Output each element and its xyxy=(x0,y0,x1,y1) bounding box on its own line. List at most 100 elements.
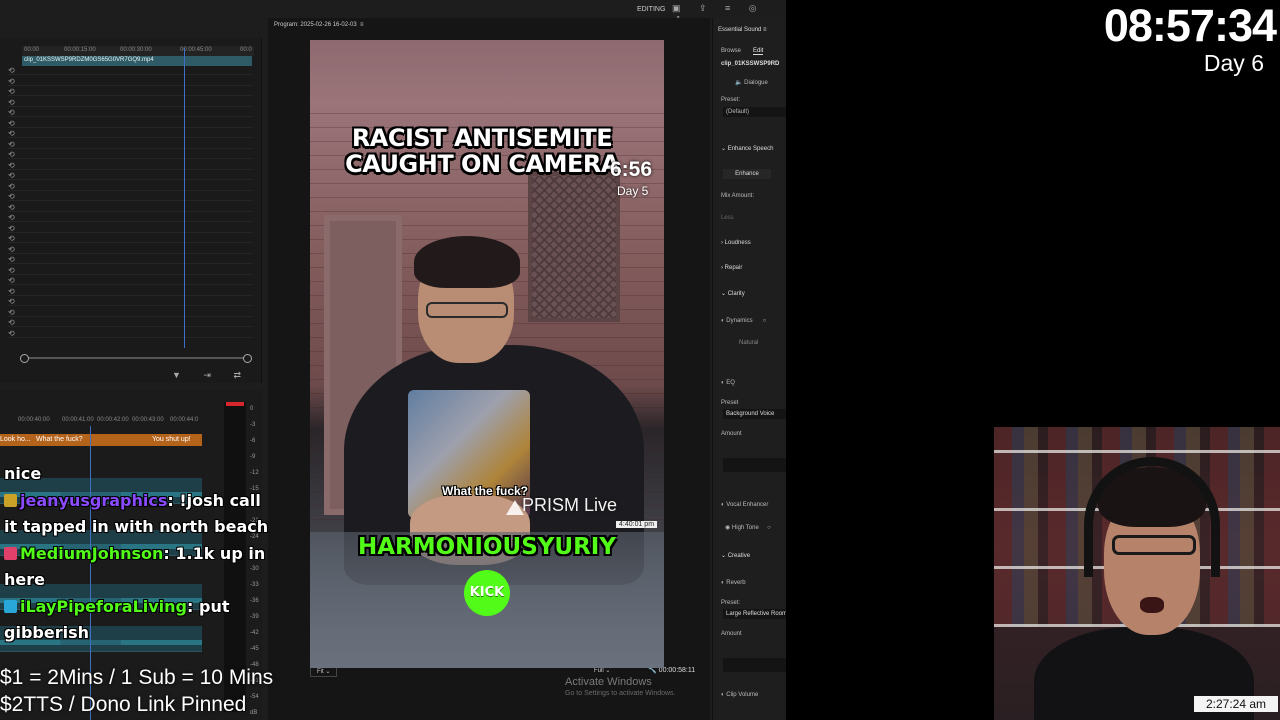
source-track-row[interactable]: ⟲ xyxy=(8,77,253,86)
vocal-enhancer-toggle[interactable]: ◐ Vocal Enhancer xyxy=(721,502,768,508)
undo-icon[interactable]: ⟲ xyxy=(8,213,15,222)
loudness-section[interactable]: › Loudness xyxy=(721,240,751,246)
undo-icon[interactable]: ⟲ xyxy=(8,192,15,201)
source-track-row[interactable]: ⟲ xyxy=(8,266,253,275)
timeline-ruler[interactable]: 00:00:40:00 00:00:41:00 00:00:42:00 00:0… xyxy=(0,416,216,426)
workspace-editing-label[interactable]: EDITING xyxy=(637,6,665,13)
source-track-row[interactable]: ⟲ xyxy=(8,171,253,180)
tab-browse[interactable]: Browse xyxy=(721,48,741,54)
undo-icon[interactable]: ⟲ xyxy=(8,266,15,275)
dynamics-label: Dynamics xyxy=(726,318,753,324)
donation-info: $1 = 2Mins / 1 Sub = 10 Mins xyxy=(0,666,274,689)
high-tone-radio[interactable]: ◉ High Tone ○ xyxy=(725,524,771,531)
ruler-tick: 00:00:40:00 xyxy=(18,417,50,423)
clip-volume-label: Clip Volume xyxy=(726,692,759,698)
eq-amount-slider[interactable] xyxy=(723,458,786,472)
source-track-row[interactable]: ⟲ xyxy=(8,150,253,159)
video-headline-1: RACIST ANTISEMITE xyxy=(351,124,613,152)
source-track-row[interactable]: ⟲ xyxy=(8,129,253,138)
undo-icon[interactable]: ⟲ xyxy=(8,171,15,180)
source-clip[interactable]: clip_01KSSWSP9RDZM0GS65G0VR7GQ9.mp4 xyxy=(22,56,252,66)
source-track-row[interactable]: ⟲ xyxy=(8,224,253,233)
reverb-preset-dropdown[interactable]: Large Reflective Room xyxy=(723,609,786,619)
source-track-row[interactable]: ⟲ xyxy=(8,98,253,107)
source-track-row[interactable]: ⟲ xyxy=(8,182,253,191)
source-track-row[interactable]: ⟲ xyxy=(8,245,253,254)
source-track-row[interactable]: ⟲ xyxy=(8,87,253,96)
chat-line: nice xyxy=(4,464,41,483)
undo-icon[interactable]: ⟲ xyxy=(8,129,15,138)
eq-toggle[interactable]: ◐ EQ xyxy=(721,380,735,386)
natural-label: Natural xyxy=(739,340,759,346)
undo-icon[interactable]: ⟲ xyxy=(8,87,15,96)
undo-icon[interactable]: ⟲ xyxy=(8,203,15,212)
undo-icon[interactable]: ⟲ xyxy=(8,318,15,327)
enhance-speech-label: Enhance Speech xyxy=(727,146,774,152)
source-track-row[interactable]: ⟲ xyxy=(8,276,253,285)
caption-clip[interactable]: What the fuck? xyxy=(36,436,83,443)
source-track-row[interactable]: ⟲ xyxy=(8,329,253,338)
source-track-row[interactable]: ⟲ xyxy=(8,255,253,264)
undo-icon[interactable]: ⟲ xyxy=(8,161,15,170)
program-title: Program: 2025-02-26 16-02-03 ≡ xyxy=(274,22,364,28)
source-track-row[interactable]: ⟲ xyxy=(8,287,253,296)
undo-icon[interactable]: ⟲ xyxy=(8,308,15,317)
source-track-row[interactable]: ⟲ xyxy=(8,140,253,149)
ruler-tick: 00:00:43:00 xyxy=(132,417,164,423)
enhance-button[interactable]: Enhance xyxy=(723,169,771,179)
undo-icon[interactable]: ⟲ xyxy=(8,140,15,149)
program-video-frame[interactable]: RACIST ANTISEMITE CAUGHT ON CAMERA 6:56 … xyxy=(310,40,664,668)
undo-icon[interactable]: ⟲ xyxy=(8,182,15,191)
undo-icon[interactable]: ⟲ xyxy=(8,329,15,338)
wrench-icon[interactable]: 🔧 xyxy=(648,667,657,674)
vocal-enhancer-label: Vocal Enhancer xyxy=(726,502,769,508)
undo-icon[interactable]: ⟲ xyxy=(8,66,15,75)
undo-icon[interactable]: ⟲ xyxy=(8,98,15,107)
source-track-row[interactable]: ⟲ xyxy=(8,234,253,243)
clip-volume-toggle[interactable]: ◐ Clip Volume xyxy=(721,692,758,698)
undo-icon[interactable]: ⟲ xyxy=(8,276,15,285)
source-track-row[interactable]: ⟲ xyxy=(8,161,253,170)
source-time-ruler[interactable]: 00:00 00:00:15:00 00:00:30:00 00:00:45:0… xyxy=(22,46,254,56)
source-track-row[interactable]: ⟲ xyxy=(8,308,253,317)
ruler-tick: 00:00:42:00 xyxy=(97,417,129,423)
tab-edit[interactable]: Edit xyxy=(753,48,764,55)
clarity-section[interactable]: ⌄ Clarity xyxy=(721,290,745,297)
reverb-amount-slider[interactable] xyxy=(723,658,786,672)
caption-clip[interactable]: Look ho... xyxy=(0,436,31,443)
undo-icon[interactable]: ⟲ xyxy=(8,287,15,296)
undo-icon[interactable]: ⟲ xyxy=(8,119,15,128)
dynamics-toggle[interactable]: ◐ Dynamics ○ xyxy=(721,318,766,324)
undo-icon[interactable]: ⟲ xyxy=(8,245,15,254)
caption-clip[interactable]: You shut up! xyxy=(152,436,191,443)
source-track-row[interactable]: ⟲ xyxy=(8,192,253,201)
caption-track[interactable]: Look ho... What the fuck? You shut up! xyxy=(0,434,202,446)
undo-icon[interactable]: ⟲ xyxy=(8,297,15,306)
undo-icon[interactable]: ⟲ xyxy=(8,255,15,264)
enhance-speech-section[interactable]: ⌄ Enhance Speech xyxy=(721,145,773,152)
source-track-row[interactable]: ⟲ xyxy=(8,108,253,117)
undo-icon[interactable]: ⟲ xyxy=(8,150,15,159)
top-toolbar: EDITING ▣ ⇪ ≡ ◎ ⤢ xyxy=(620,2,786,24)
undo-icon[interactable]: ⟲ xyxy=(8,234,15,243)
source-track-row[interactable]: ⟲ xyxy=(8,119,253,128)
creative-section[interactable]: ⌄ Creative xyxy=(721,552,750,559)
reverb-toggle[interactable]: ◐ Reverb xyxy=(721,580,746,586)
chat-message: : !josh call xyxy=(167,490,261,510)
preset-dropdown[interactable]: (Default) xyxy=(723,107,786,117)
undo-icon[interactable]: ⟲ xyxy=(8,77,15,86)
essential-sound-panel: Essential Sound ≡ Browse Edit clip_01KSS… xyxy=(712,18,786,720)
source-playhead[interactable] xyxy=(184,48,185,348)
prism-watermark: PRISM Live xyxy=(502,495,617,516)
source-track-row[interactable]: ⟲ xyxy=(8,66,253,75)
source-track-row[interactable]: ⟲ xyxy=(8,203,253,212)
source-track-row[interactable]: ⟲ xyxy=(8,213,253,222)
source-tool-icons[interactable]: ▼ ⇥ ⇄ xyxy=(172,370,251,381)
undo-icon[interactable]: ⟲ xyxy=(8,108,15,117)
source-track-row[interactable]: ⟲ xyxy=(8,297,253,306)
source-track-row[interactable]: ⟲ xyxy=(8,318,253,327)
undo-icon[interactable]: ⟲ xyxy=(8,224,15,233)
source-scrollbar[interactable] xyxy=(20,354,252,363)
repair-section[interactable]: › Repair xyxy=(721,265,742,271)
eq-preset-dropdown[interactable]: Background Voice xyxy=(723,409,786,419)
